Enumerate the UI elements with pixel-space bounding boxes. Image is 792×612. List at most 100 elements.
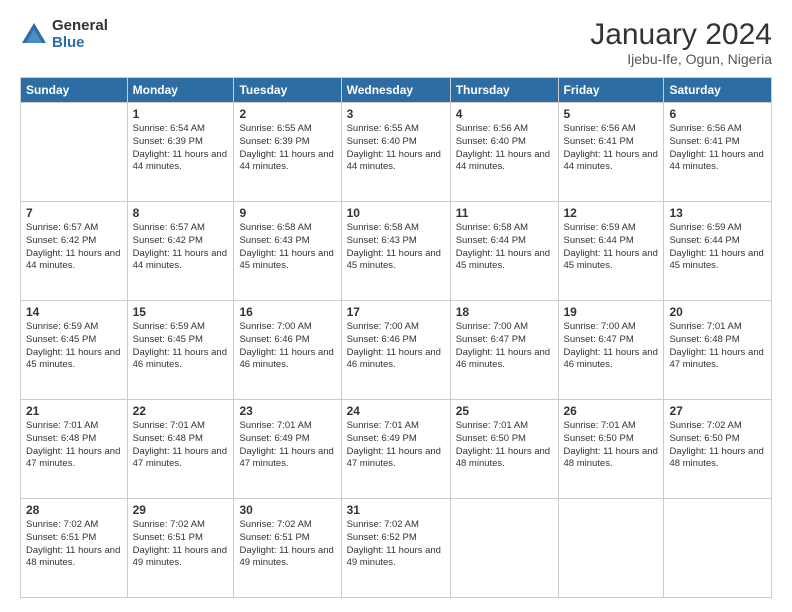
calendar-week-3: 21 Sunrise: 7:01 AMSunset: 6:48 PMDaylig… (21, 400, 772, 499)
calendar-cell: 14 Sunrise: 6:59 AMSunset: 6:45 PMDaylig… (21, 301, 128, 400)
calendar-cell: 28 Sunrise: 7:02 AMSunset: 6:51 PMDaylig… (21, 499, 128, 598)
logo-blue-text: Blue (52, 35, 108, 52)
day-number: 8 (133, 206, 229, 220)
day-info: Sunrise: 6:56 AMSunset: 6:41 PMDaylight:… (669, 123, 766, 174)
day-number: 10 (347, 206, 445, 220)
day-info: Sunrise: 7:01 AMSunset: 6:50 PMDaylight:… (564, 420, 659, 471)
calendar-cell: 26 Sunrise: 7:01 AMSunset: 6:50 PMDaylig… (558, 400, 664, 499)
day-number: 3 (347, 107, 445, 121)
calendar-cell: 13 Sunrise: 6:59 AMSunset: 6:44 PMDaylig… (664, 202, 772, 301)
location: Ijebu-Ife, Ogun, Nigeria (590, 51, 772, 67)
calendar-cell: 18 Sunrise: 7:00 AMSunset: 6:47 PMDaylig… (450, 301, 558, 400)
day-info: Sunrise: 6:59 AMSunset: 6:44 PMDaylight:… (564, 222, 659, 273)
day-number: 1 (133, 107, 229, 121)
day-number: 31 (347, 503, 445, 517)
day-info: Sunrise: 7:01 AMSunset: 6:48 PMDaylight:… (669, 321, 766, 372)
day-info: Sunrise: 6:55 AMSunset: 6:39 PMDaylight:… (239, 123, 335, 174)
calendar-cell (558, 499, 664, 598)
day-number: 19 (564, 305, 659, 319)
calendar-cell: 24 Sunrise: 7:01 AMSunset: 6:49 PMDaylig… (341, 400, 450, 499)
calendar-cell: 7 Sunrise: 6:57 AMSunset: 6:42 PMDayligh… (21, 202, 128, 301)
day-number: 15 (133, 305, 229, 319)
calendar-cell: 19 Sunrise: 7:00 AMSunset: 6:47 PMDaylig… (558, 301, 664, 400)
calendar-cell: 10 Sunrise: 6:58 AMSunset: 6:43 PMDaylig… (341, 202, 450, 301)
calendar-cell: 8 Sunrise: 6:57 AMSunset: 6:42 PMDayligh… (127, 202, 234, 301)
day-number: 20 (669, 305, 766, 319)
day-info: Sunrise: 6:55 AMSunset: 6:40 PMDaylight:… (347, 123, 445, 174)
calendar-cell: 23 Sunrise: 7:01 AMSunset: 6:49 PMDaylig… (234, 400, 341, 499)
calendar-week-4: 28 Sunrise: 7:02 AMSunset: 6:51 PMDaylig… (21, 499, 772, 598)
calendar-cell: 17 Sunrise: 7:00 AMSunset: 6:46 PMDaylig… (341, 301, 450, 400)
day-number: 2 (239, 107, 335, 121)
calendar-cell: 29 Sunrise: 7:02 AMSunset: 6:51 PMDaylig… (127, 499, 234, 598)
day-info: Sunrise: 6:59 AMSunset: 6:45 PMDaylight:… (133, 321, 229, 372)
col-header-monday: Monday (127, 78, 234, 103)
calendar-cell: 30 Sunrise: 7:02 AMSunset: 6:51 PMDaylig… (234, 499, 341, 598)
calendar-week-2: 14 Sunrise: 6:59 AMSunset: 6:45 PMDaylig… (21, 301, 772, 400)
logo: General Blue (20, 18, 108, 51)
calendar-cell: 16 Sunrise: 7:00 AMSunset: 6:46 PMDaylig… (234, 301, 341, 400)
title-block: January 2024 Ijebu-Ife, Ogun, Nigeria (590, 18, 772, 67)
day-number: 13 (669, 206, 766, 220)
day-info: Sunrise: 6:57 AMSunset: 6:42 PMDaylight:… (26, 222, 122, 273)
calendar-cell: 11 Sunrise: 6:58 AMSunset: 6:44 PMDaylig… (450, 202, 558, 301)
col-header-friday: Friday (558, 78, 664, 103)
day-info: Sunrise: 6:58 AMSunset: 6:43 PMDaylight:… (347, 222, 445, 273)
calendar-table: SundayMondayTuesdayWednesdayThursdayFrid… (20, 77, 772, 598)
calendar-cell (21, 103, 128, 202)
day-info: Sunrise: 7:01 AMSunset: 6:49 PMDaylight:… (239, 420, 335, 471)
calendar-cell: 5 Sunrise: 6:56 AMSunset: 6:41 PMDayligh… (558, 103, 664, 202)
day-info: Sunrise: 7:02 AMSunset: 6:50 PMDaylight:… (669, 420, 766, 471)
day-info: Sunrise: 6:59 AMSunset: 6:45 PMDaylight:… (26, 321, 122, 372)
calendar-week-0: 1 Sunrise: 6:54 AMSunset: 6:39 PMDayligh… (21, 103, 772, 202)
day-number: 4 (456, 107, 553, 121)
day-number: 14 (26, 305, 122, 319)
col-header-saturday: Saturday (664, 78, 772, 103)
day-number: 11 (456, 206, 553, 220)
calendar-cell: 1 Sunrise: 6:54 AMSunset: 6:39 PMDayligh… (127, 103, 234, 202)
calendar-week-1: 7 Sunrise: 6:57 AMSunset: 6:42 PMDayligh… (21, 202, 772, 301)
col-header-wednesday: Wednesday (341, 78, 450, 103)
day-number: 9 (239, 206, 335, 220)
header: General Blue January 2024 Ijebu-Ife, Ogu… (20, 18, 772, 67)
day-number: 17 (347, 305, 445, 319)
day-info: Sunrise: 7:01 AMSunset: 6:48 PMDaylight:… (26, 420, 122, 471)
calendar-cell: 12 Sunrise: 6:59 AMSunset: 6:44 PMDaylig… (558, 202, 664, 301)
day-info: Sunrise: 6:54 AMSunset: 6:39 PMDaylight:… (133, 123, 229, 174)
day-number: 25 (456, 404, 553, 418)
day-info: Sunrise: 6:58 AMSunset: 6:43 PMDaylight:… (239, 222, 335, 273)
col-header-tuesday: Tuesday (234, 78, 341, 103)
day-info: Sunrise: 7:02 AMSunset: 6:51 PMDaylight:… (26, 519, 122, 570)
day-number: 30 (239, 503, 335, 517)
logo-text: General Blue (52, 18, 108, 51)
day-info: Sunrise: 7:01 AMSunset: 6:49 PMDaylight:… (347, 420, 445, 471)
day-info: Sunrise: 7:00 AMSunset: 6:46 PMDaylight:… (239, 321, 335, 372)
calendar-cell: 25 Sunrise: 7:01 AMSunset: 6:50 PMDaylig… (450, 400, 558, 499)
page: General Blue January 2024 Ijebu-Ife, Ogu… (0, 0, 792, 612)
calendar-cell: 22 Sunrise: 7:01 AMSunset: 6:48 PMDaylig… (127, 400, 234, 499)
col-header-sunday: Sunday (21, 78, 128, 103)
day-number: 26 (564, 404, 659, 418)
calendar-cell (664, 499, 772, 598)
day-number: 23 (239, 404, 335, 418)
day-number: 21 (26, 404, 122, 418)
calendar-cell: 9 Sunrise: 6:58 AMSunset: 6:43 PMDayligh… (234, 202, 341, 301)
day-info: Sunrise: 7:00 AMSunset: 6:47 PMDaylight:… (564, 321, 659, 372)
day-number: 12 (564, 206, 659, 220)
day-info: Sunrise: 7:02 AMSunset: 6:51 PMDaylight:… (239, 519, 335, 570)
day-info: Sunrise: 6:59 AMSunset: 6:44 PMDaylight:… (669, 222, 766, 273)
day-info: Sunrise: 6:56 AMSunset: 6:40 PMDaylight:… (456, 123, 553, 174)
day-info: Sunrise: 6:56 AMSunset: 6:41 PMDaylight:… (564, 123, 659, 174)
day-number: 7 (26, 206, 122, 220)
day-number: 22 (133, 404, 229, 418)
day-number: 24 (347, 404, 445, 418)
day-number: 6 (669, 107, 766, 121)
day-number: 5 (564, 107, 659, 121)
calendar-header-row: SundayMondayTuesdayWednesdayThursdayFrid… (21, 78, 772, 103)
logo-general-text: General (52, 18, 108, 35)
col-header-thursday: Thursday (450, 78, 558, 103)
calendar-cell: 27 Sunrise: 7:02 AMSunset: 6:50 PMDaylig… (664, 400, 772, 499)
calendar-cell: 6 Sunrise: 6:56 AMSunset: 6:41 PMDayligh… (664, 103, 772, 202)
day-info: Sunrise: 7:00 AMSunset: 6:47 PMDaylight:… (456, 321, 553, 372)
day-info: Sunrise: 7:02 AMSunset: 6:51 PMDaylight:… (133, 519, 229, 570)
